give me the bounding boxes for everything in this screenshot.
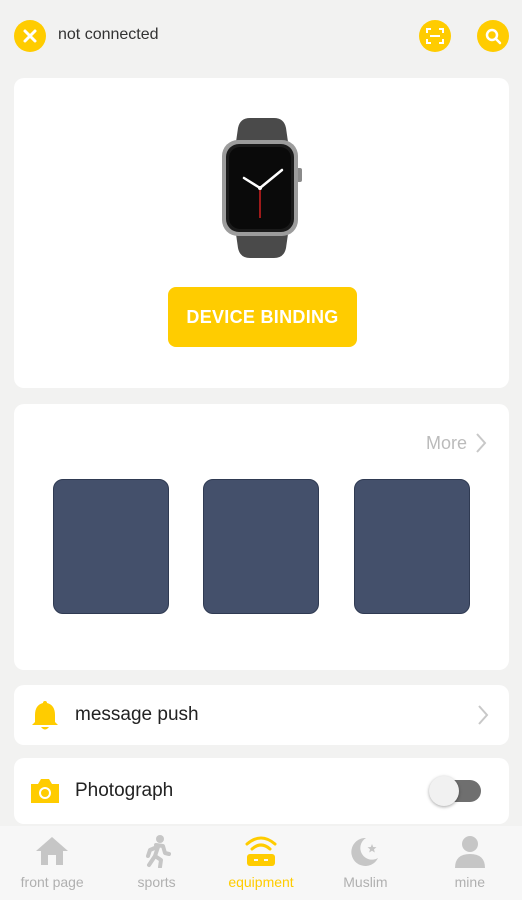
- nav-label-equipment: equipment: [228, 874, 294, 890]
- photograph-label: Photograph: [75, 780, 174, 801]
- watch-face-thumbnail-3[interactable]: [354, 479, 470, 614]
- bottom-nav: front page sports equipment Muslim mine: [0, 826, 522, 900]
- nav-item-front-page[interactable]: front page: [0, 826, 104, 900]
- nav-label-mine: mine: [454, 874, 485, 890]
- watch-face-thumbnail-2[interactable]: [203, 479, 319, 614]
- nav-item-equipment[interactable]: equipment: [209, 826, 313, 900]
- more-label: More: [425, 432, 467, 453]
- watch-face-thumbnail-1[interactable]: [53, 479, 169, 614]
- toggle-knob: [429, 776, 459, 806]
- search-icon[interactable]: [477, 20, 509, 52]
- device-card: DEVICE BINDING: [14, 78, 509, 388]
- nav-item-muslim[interactable]: Muslim: [313, 826, 417, 900]
- nav-item-sports[interactable]: sports: [104, 826, 208, 900]
- connection-status: not connected: [58, 26, 159, 43]
- more-link[interactable]: More: [426, 432, 487, 454]
- nav-label-sports: sports: [137, 874, 176, 890]
- camera-icon: [28, 774, 62, 808]
- user-icon: [452, 834, 488, 868]
- photograph-row: Photograph: [14, 758, 509, 824]
- message-push-label: message push: [75, 704, 199, 725]
- running-icon: [139, 834, 175, 868]
- top-bar: not connected: [0, 0, 522, 72]
- nav-label-muslim: Muslim: [343, 874, 388, 890]
- message-push-row[interactable]: message push: [14, 685, 509, 745]
- close-icon[interactable]: [14, 20, 46, 52]
- nav-item-mine[interactable]: mine: [418, 826, 522, 900]
- chevron-right-icon: [476, 433, 487, 453]
- home-icon: [34, 834, 70, 868]
- photograph-toggle[interactable]: [429, 776, 481, 806]
- watch-faces-card: More: [14, 404, 509, 670]
- nav-label-front-page: front page: [20, 874, 84, 890]
- device-icon: [243, 834, 279, 868]
- smartwatch-icon: [220, 118, 304, 258]
- moon-star-icon: [347, 834, 383, 868]
- scan-icon[interactable]: [419, 20, 451, 52]
- device-binding-button[interactable]: DEVICE BINDING: [168, 287, 357, 347]
- chevron-right-icon: [478, 705, 489, 725]
- bell-icon: [28, 698, 62, 732]
